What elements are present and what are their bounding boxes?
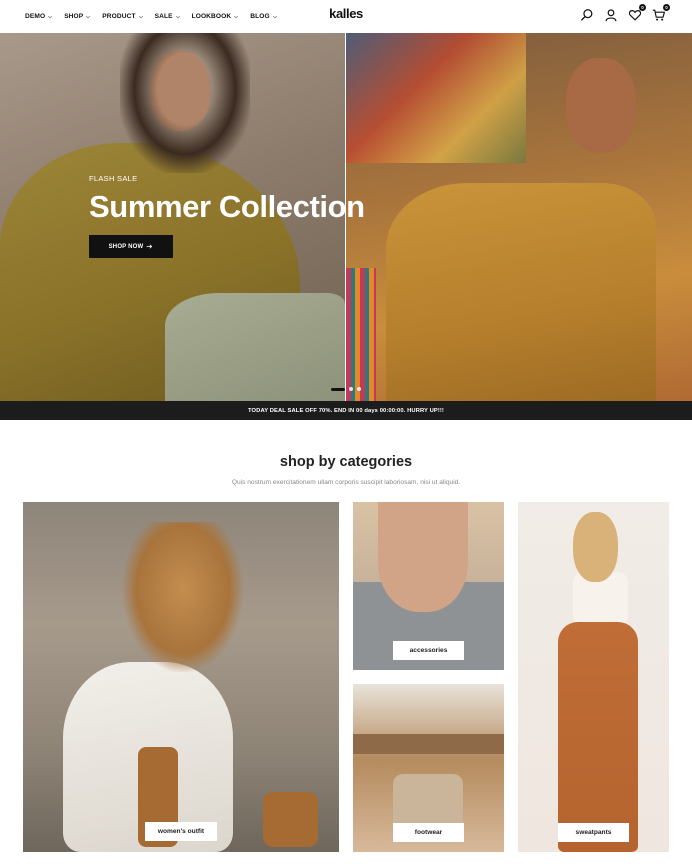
- site-logo[interactable]: kalles: [329, 6, 363, 21]
- nav-item-blog[interactable]: BLOG: [250, 13, 277, 20]
- pants-shape: [558, 622, 638, 852]
- cart-count-badge: 0: [663, 4, 670, 11]
- boot-shape-2: [263, 792, 318, 847]
- category-label: accessories: [393, 641, 464, 660]
- nav-item-label: DEMO: [25, 13, 46, 20]
- search-icon: [581, 9, 593, 21]
- chevron-down-icon: [234, 15, 239, 18]
- category-label: sweatpants: [558, 823, 629, 842]
- chair-shape: [353, 734, 504, 754]
- category-card-womens-outfit[interactable]: women's outfit: [23, 502, 339, 852]
- nav-item-label: PRODUCT: [102, 13, 136, 20]
- nav-item-label: SALE: [154, 13, 173, 20]
- hero-title: Summer Collection: [89, 189, 365, 224]
- chevron-down-icon: [86, 15, 91, 18]
- account-button[interactable]: [604, 8, 618, 22]
- nav-item-lookbook[interactable]: LOOKBOOK: [192, 13, 240, 20]
- main-nav: DEMO SHOP PRODUCT SALE LOOKBOOK BLOG: [25, 0, 278, 33]
- nav-item-demo[interactable]: DEMO: [25, 13, 53, 20]
- chevron-down-icon: [175, 15, 180, 18]
- category-card-footwear[interactable]: footwear: [353, 684, 504, 852]
- face-shape-right: [566, 58, 636, 153]
- wishlist-count-badge: 0: [639, 4, 646, 11]
- search-button[interactable]: [580, 8, 594, 22]
- chevron-down-icon: [138, 15, 143, 18]
- nav-item-shop[interactable]: SHOP: [64, 13, 91, 20]
- shop-now-label: SHOP NOW: [108, 243, 144, 250]
- hero-image-right: [346, 33, 692, 401]
- shorts-shape: [165, 293, 345, 401]
- user-icon: [605, 9, 617, 22]
- hero-slider[interactable]: FLASH SALE Summer Collection SHOP NOW: [0, 33, 692, 401]
- hero-caption: FLASH SALE Summer Collection: [89, 174, 365, 222]
- arrow-right-icon: [147, 244, 153, 249]
- wall-art-shape: [346, 33, 526, 163]
- header-actions: 0 0: [580, 4, 670, 22]
- chevron-down-icon: [272, 15, 277, 18]
- slider-dot-2[interactable]: [349, 387, 353, 391]
- countdown-announcement: TODAY DEAL SALE OFF 70%. END IN 00 days …: [0, 401, 692, 420]
- section-subtitle: Quis nostrum exercitationem ullam corpor…: [231, 479, 461, 486]
- section-title: shop by categories: [279, 454, 413, 470]
- slider-dot-3[interactable]: [357, 387, 361, 391]
- cart-button[interactable]: 0: [652, 4, 670, 22]
- nav-item-label: SHOP: [64, 13, 84, 20]
- chevron-down-icon: [48, 15, 53, 18]
- category-label: footwear: [393, 823, 464, 842]
- hair-shape-d: [573, 512, 618, 582]
- category-card-sweatpants[interactable]: sweatpants: [518, 502, 669, 852]
- hair-shape: [120, 33, 250, 173]
- shop-now-button[interactable]: SHOP NOW: [89, 235, 173, 258]
- hair-shape-card: [123, 522, 243, 672]
- neck-shape: [378, 502, 468, 612]
- nav-item-label: BLOG: [250, 13, 270, 20]
- site-header: DEMO SHOP PRODUCT SALE LOOKBOOK BLOG kal…: [0, 0, 692, 33]
- wishlist-button[interactable]: 0: [628, 4, 646, 22]
- category-label: women's outfit: [145, 822, 217, 841]
- knit-top-shape: [386, 183, 656, 401]
- striped-fabric-shape: [346, 268, 376, 401]
- slider-dot-1[interactable]: [331, 387, 345, 391]
- nav-item-label: LOOKBOOK: [191, 13, 232, 20]
- nav-item-product[interactable]: PRODUCT: [102, 13, 143, 20]
- hero-subtitle: FLASH SALE: [89, 174, 138, 183]
- slider-pagination: [331, 387, 361, 391]
- category-card-accessories[interactable]: accessories: [353, 502, 504, 670]
- nav-item-sale[interactable]: SALE: [155, 13, 181, 20]
